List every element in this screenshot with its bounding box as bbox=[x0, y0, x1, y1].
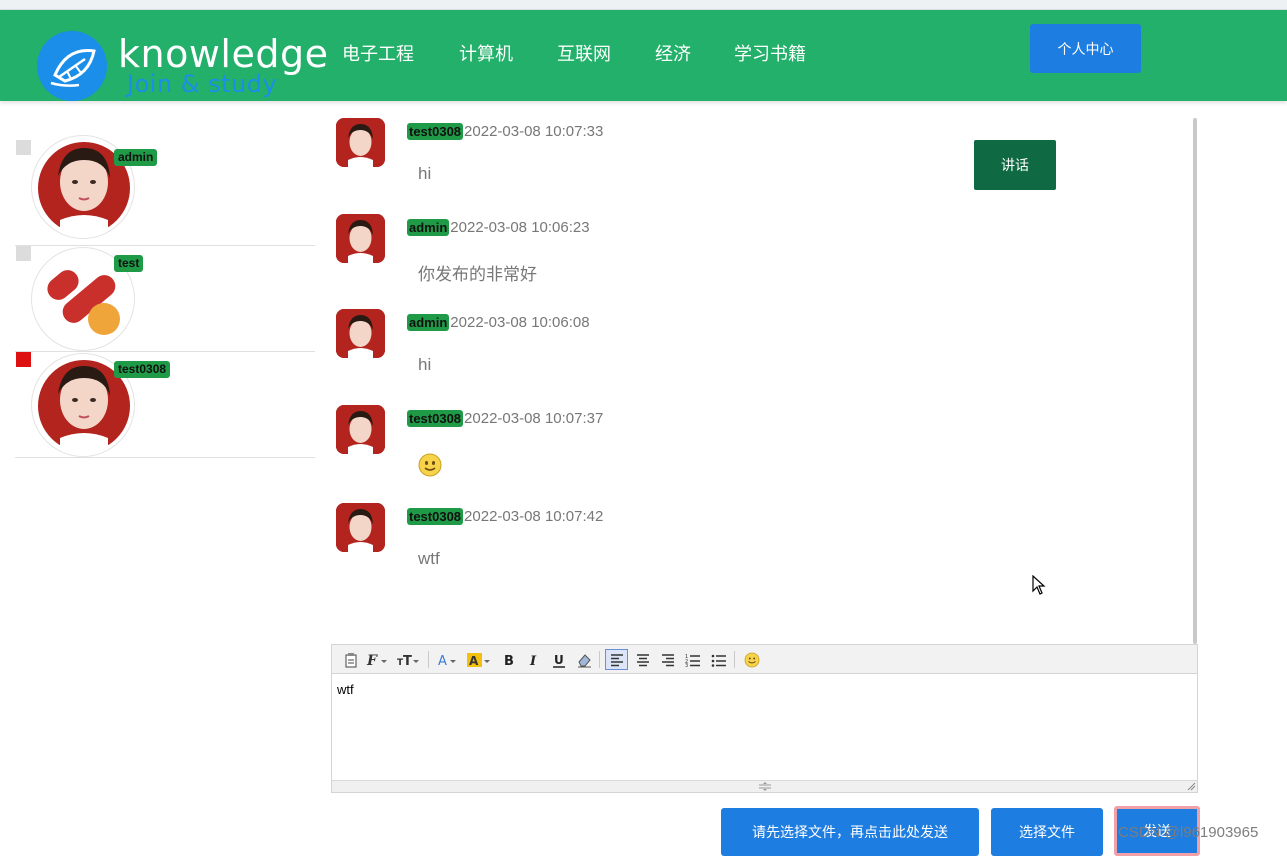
nav-item-internet[interactable]: 互联网 bbox=[557, 40, 611, 66]
message-meta: admin 2022-03-08 10:06:08 bbox=[407, 314, 590, 331]
message-time: 2022-03-08 10:07:37 bbox=[464, 410, 604, 427]
contact-status-marker bbox=[16, 352, 31, 367]
nav-item-computer[interactable]: 计算机 bbox=[459, 40, 513, 66]
editor-resize-bar[interactable] bbox=[332, 780, 1197, 792]
italic-icon[interactable]: I bbox=[523, 649, 544, 670]
sender-badge: test0308 bbox=[407, 508, 464, 525]
font-color-icon[interactable]: A bbox=[436, 649, 458, 670]
highlight-color-icon[interactable]: A bbox=[466, 649, 492, 670]
align-right-icon[interactable] bbox=[657, 649, 678, 670]
align-center-icon[interactable] bbox=[632, 649, 653, 670]
underline-icon[interactable]: U bbox=[548, 649, 569, 670]
chat-message: admin 2022-03-08 10:06:23 你发布的非常好 bbox=[336, 214, 1036, 294]
brand-subtitle: Join & study bbox=[127, 70, 278, 98]
nav-item-electronics[interactable]: 电子工程 bbox=[342, 40, 414, 66]
svg-text:A: A bbox=[469, 654, 479, 668]
chat-message: test0308 2022-03-08 10:07:42 wtf bbox=[336, 503, 1036, 583]
chat-message: test0308 2022-03-08 10:07:33 hi bbox=[336, 118, 1036, 198]
font-family-icon[interactable]: F bbox=[366, 649, 388, 670]
bold-icon[interactable]: B bbox=[498, 649, 519, 670]
sender-badge: admin bbox=[407, 219, 450, 236]
chat-message: admin 2022-03-08 10:06:08 hi bbox=[336, 309, 1036, 389]
avatar bbox=[336, 214, 385, 263]
message-time: 2022-03-08 10:06:23 bbox=[450, 219, 590, 236]
nav-item-books[interactable]: 学习书籍 bbox=[734, 40, 806, 66]
message-meta: test0308 2022-03-08 10:07:42 bbox=[407, 508, 603, 525]
avatar bbox=[336, 405, 385, 454]
message-time: 2022-03-08 10:07:33 bbox=[464, 123, 604, 140]
font-size-icon[interactable]: TT bbox=[396, 649, 420, 670]
toolbar-separator bbox=[428, 651, 429, 668]
avatar bbox=[336, 503, 385, 552]
contact-name-badge: test0308 bbox=[114, 361, 171, 378]
message-meta: admin 2022-03-08 10:06:23 bbox=[407, 219, 590, 236]
svg-text:T: T bbox=[403, 654, 412, 668]
message-text: hi bbox=[418, 355, 432, 374]
contact-item-test0308[interactable]: test0308 bbox=[15, 352, 315, 458]
svg-text:A: A bbox=[438, 654, 447, 668]
emoji-icon[interactable] bbox=[741, 649, 762, 670]
chat-message: test0308 2022-03-08 10:07:37 bbox=[336, 405, 1036, 485]
message-time: 2022-03-08 10:06:08 bbox=[450, 314, 590, 331]
svg-text:3: 3 bbox=[685, 663, 688, 667]
message-time: 2022-03-08 10:07:42 bbox=[464, 508, 604, 525]
toolbar-separator bbox=[599, 651, 600, 668]
contact-name-badge: admin bbox=[114, 149, 158, 166]
avatar bbox=[336, 309, 385, 358]
message-text: wtf bbox=[418, 549, 440, 568]
message-meta: test0308 2022-03-08 10:07:33 bbox=[407, 123, 603, 140]
nav-item-economy[interactable]: 经济 bbox=[655, 40, 691, 66]
sender-badge: test0308 bbox=[407, 410, 464, 427]
message-text: hi bbox=[418, 164, 432, 183]
contact-item-test[interactable]: test bbox=[15, 246, 315, 352]
svg-text:I: I bbox=[529, 654, 537, 668]
logo-leaf-icon[interactable] bbox=[37, 31, 107, 101]
svg-text:F: F bbox=[366, 653, 378, 668]
contact-name-badge: test bbox=[114, 255, 144, 272]
browser-top-strip bbox=[0, 0, 1287, 10]
smiley-face-icon bbox=[418, 453, 442, 482]
message-text: 你发布的非常好 bbox=[418, 265, 537, 284]
chat-scrollbar[interactable] bbox=[1193, 118, 1197, 644]
rich-text-editor[interactable]: F TT A A B I U 1 2 3 wtf bbox=[331, 644, 1198, 793]
avatar bbox=[336, 118, 385, 167]
contact-status-marker bbox=[16, 140, 31, 155]
align-left-icon[interactable] bbox=[605, 649, 628, 670]
paste-icon[interactable] bbox=[340, 649, 361, 670]
speak-button[interactable]: 讲话 bbox=[974, 140, 1056, 190]
svg-text:U: U bbox=[554, 653, 564, 667]
svg-text:B: B bbox=[504, 654, 514, 668]
contact-status-marker bbox=[16, 246, 31, 261]
profile-center-button[interactable]: 个人中心 bbox=[1030, 24, 1141, 73]
watermark: CSDN @l961903965 bbox=[1118, 824, 1259, 841]
editor-toolbar: F TT A A B I U 1 2 3 bbox=[332, 645, 1197, 674]
eraser-icon[interactable] bbox=[573, 649, 594, 670]
mouse-cursor-icon bbox=[1032, 574, 1046, 600]
ordered-list-icon[interactable]: 123 bbox=[682, 649, 703, 670]
editor-content[interactable]: wtf bbox=[337, 682, 354, 697]
toolbar-separator bbox=[734, 651, 735, 668]
sender-badge: test0308 bbox=[407, 123, 464, 140]
site-header: knowledge Join & study 电子工程 计算机 互联网 经济 学… bbox=[0, 10, 1287, 101]
unordered-list-icon[interactable] bbox=[708, 649, 729, 670]
message-meta: test0308 2022-03-08 10:07:37 bbox=[407, 410, 603, 427]
contact-item-admin[interactable]: admin bbox=[15, 135, 315, 246]
sender-badge: admin bbox=[407, 314, 450, 331]
